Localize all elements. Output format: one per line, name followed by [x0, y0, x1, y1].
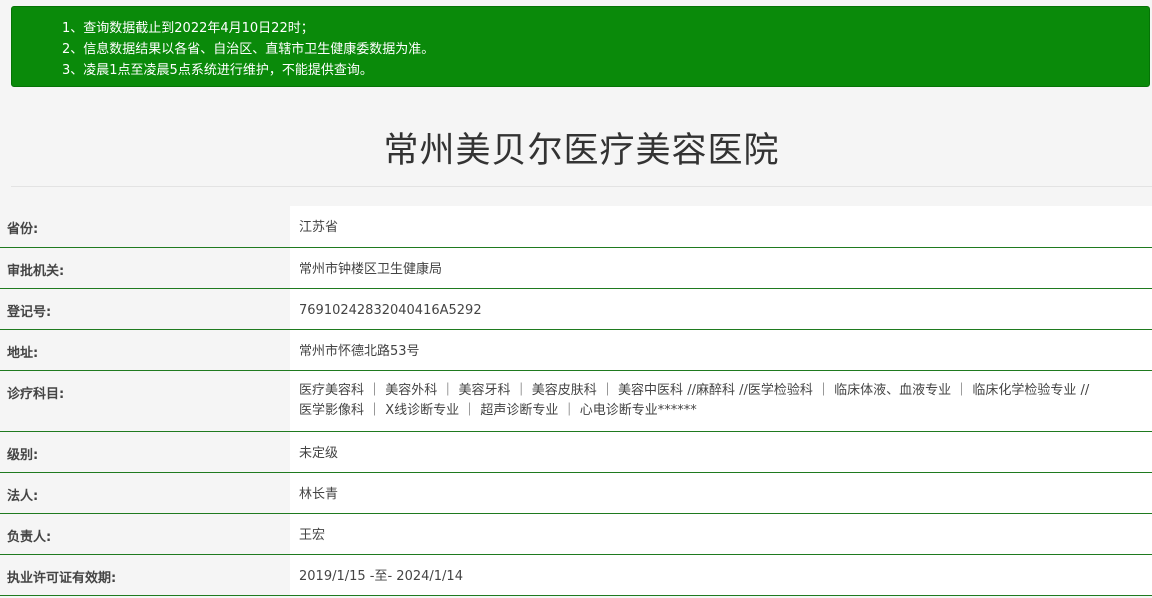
legal-person-value: 林长青	[290, 472, 1152, 513]
registration-label: 登记号:	[0, 288, 290, 329]
principal-value: 王宏	[290, 513, 1152, 554]
license-label: 执业许可证有效期:	[0, 554, 290, 595]
legal-person-label: 法人:	[0, 472, 290, 513]
registration-value: 76910242832040416A5292	[290, 288, 1152, 329]
province-value: 江苏省	[290, 206, 1152, 247]
row-principal: 负责人: 王宏	[0, 513, 1152, 554]
notice-banner: 1、查询数据截止到2022年4月10日22时； 2、信息数据结果以各省、自治区、…	[11, 6, 1150, 87]
notice-line-3: 3、凌晨1点至凌晨5点系统进行维护，不能提供查询。	[62, 63, 373, 78]
row-departments: 诊疗科目: 医疗美容科 ｜ 美容外科 ｜ 美容牙科 ｜ 美容皮肤科 ｜ 美容中医…	[0, 370, 1152, 431]
row-province: 省份: 江苏省	[0, 206, 1152, 247]
authority-value: 常州市钟楼区卫生健康局	[290, 247, 1152, 288]
departments-line-2: 医学影像科 ｜ X线诊断专业 ｜ 超声诊断专业 ｜ 心电诊断专业******	[299, 402, 697, 418]
title-divider	[11, 186, 1152, 187]
departments-value: 医疗美容科 ｜ 美容外科 ｜ 美容牙科 ｜ 美容皮肤科 ｜ 美容中医科 //麻醉…	[290, 370, 1152, 431]
row-authority: 审批机关: 常州市钟楼区卫生健康局	[0, 247, 1152, 288]
level-label: 级别:	[0, 431, 290, 472]
row-registration: 登记号: 76910242832040416A5292	[0, 288, 1152, 329]
level-value: 未定级	[290, 431, 1152, 472]
address-label: 地址:	[0, 329, 290, 370]
page-title: 常州美贝尔医疗美容医院	[383, 131, 780, 171]
departments-label: 诊疗科目:	[0, 370, 290, 431]
address-value: 常州市怀德北路53号	[290, 329, 1152, 370]
principal-label: 负责人:	[0, 513, 290, 554]
notice-line-1: 1、查询数据截止到2022年4月10日22时；	[62, 21, 314, 36]
row-address: 地址: 常州市怀德北路53号	[0, 329, 1152, 370]
row-legal-person: 法人: 林长青	[0, 472, 1152, 513]
departments-line-1: 医疗美容科 ｜ 美容外科 ｜ 美容牙科 ｜ 美容皮肤科 ｜ 美容中医科 //麻醉…	[299, 382, 1090, 398]
license-value: 2019/1/15 -至- 2024/1/14	[290, 554, 1152, 595]
hospital-info-table: 省份: 江苏省 审批机关: 常州市钟楼区卫生健康局 登记号: 769102428…	[0, 206, 1152, 596]
row-level: 级别: 未定级	[0, 431, 1152, 472]
province-label: 省份:	[0, 206, 290, 247]
authority-label: 审批机关:	[0, 247, 290, 288]
notice-line-2: 2、信息数据结果以各省、自治区、直辖市卫生健康委数据为准。	[62, 42, 435, 57]
row-license: 执业许可证有效期: 2019/1/15 -至- 2024/1/14	[0, 554, 1152, 595]
